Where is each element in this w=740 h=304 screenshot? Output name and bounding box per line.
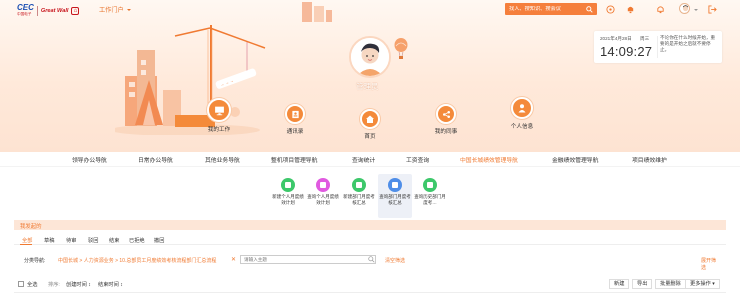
tab-draft[interactable]: 草稿: [44, 237, 54, 244]
document-search-icon: [316, 178, 330, 192]
home-icon: [360, 109, 380, 129]
menu-item-finance-performance[interactable]: 金融绩效管理导航: [552, 155, 598, 164]
document-search-icon: [388, 178, 402, 192]
current-weekday: 周三: [640, 36, 650, 41]
search-input[interactable]: [505, 6, 583, 12]
sort-created-button[interactable]: 创建时间 ↕: [66, 281, 91, 288]
nav-home-label: 首页: [364, 134, 376, 140]
nav-my-work[interactable]: 我的工作: [194, 98, 244, 133]
main-menu: 领导办公导航 日常办公导航 其他业务导航 整机项目管理导航 查询统计 工资查询 …: [0, 152, 740, 166]
close-icon[interactable]: ✕: [231, 256, 236, 263]
clear-filter-link[interactable]: 清空筛选: [385, 257, 405, 264]
list-toolbar: 全选 排序: 创建时间 ↕ 结束时间 ↕ 新建 导出 批量删除 更多操作 ▾: [14, 279, 726, 290]
profile-avatar[interactable]: [349, 36, 391, 78]
sort-updated-button[interactable]: 结束时间 ↕: [98, 281, 123, 288]
nav-home[interactable]: 首页: [345, 109, 395, 140]
tile-label: 查询个人月度绩效计划: [307, 194, 339, 205]
portal-dropdown[interactable]: 工作门户: [99, 5, 131, 14]
nav-personal-info-label: 个人信息: [510, 124, 534, 130]
panel-title: 我发起的: [20, 224, 42, 230]
subject-search-input[interactable]: [240, 255, 376, 264]
panel-header: 我发起的: [14, 220, 726, 230]
search-icon[interactable]: [583, 3, 595, 15]
nav-my-work-label: 我的工作: [207, 127, 231, 133]
greatwall-mark-icon: ⌂: [71, 7, 80, 15]
logout-icon[interactable]: [708, 5, 717, 14]
share-icon: [436, 104, 456, 124]
tile-label: 新建部门月度考核汇总: [343, 194, 375, 205]
tile-new-personal-plan[interactable]: 新建个人月度绩效计划: [271, 174, 305, 218]
sort-label: 排序:: [48, 282, 60, 288]
user-menu-chevron-icon[interactable]: [694, 9, 698, 11]
document-add-icon: [281, 178, 295, 192]
active-tab-indicator: [20, 244, 32, 245]
nav-colleagues-label: 我的同事: [434, 129, 458, 135]
menu-item-project-performance[interactable]: 项目绩效维护: [632, 155, 667, 164]
filter-category-path[interactable]: 中国长城 > 人力资源业务 > 10.总部员工月度绩效考核流程部门汇总流程: [58, 257, 216, 264]
menu-item-query-stats[interactable]: 查询统计: [352, 155, 375, 164]
tile-query-dept-summary[interactable]: 查询部门月度考核汇总: [378, 174, 412, 218]
search-icon[interactable]: [368, 256, 375, 263]
expand-filter-link[interactable]: 展开筛选: [701, 257, 720, 271]
datetime-card: 2021年4月28日 周三 14:09:27 不论你在什么时候开始，重要的是开始…: [594, 31, 722, 63]
greatwall-logo-text: Great Wall: [40, 8, 69, 14]
tile-new-dept-summary[interactable]: 新建部门月度考核汇总: [342, 174, 376, 218]
tab-withdrawn[interactable]: 撤回: [154, 237, 164, 244]
current-date: 2021年4月28日: [600, 36, 632, 41]
menu-item-other-business[interactable]: 其他业务导航: [205, 155, 240, 164]
export-button[interactable]: 导出: [632, 279, 653, 289]
balloon-icon: [394, 38, 408, 59]
current-time: 14:09:27: [600, 44, 653, 59]
portal-label: 工作门户: [99, 7, 124, 14]
bell-icon[interactable]: [626, 5, 635, 14]
header-banner: → → → CEC 中国电子 Great Wall ⌂ 工作门户 找人、搜知识、…: [0, 0, 740, 152]
nav-personal-info[interactable]: 个人信息: [497, 97, 547, 130]
filter-bar: 分类导航: 中国长城 > 人力资源业务 > 10.总部员工月度绩效考核流程部门汇…: [20, 255, 720, 271]
filter-label: 分类导航:: [24, 258, 46, 264]
tab-pending[interactable]: 待审: [66, 237, 76, 244]
menu-divider: [0, 166, 740, 167]
tab-all[interactable]: 全部: [22, 237, 32, 244]
status-tabs: 全部 草稿 待审 驳回 结束 已拒绝 撤回: [14, 235, 726, 245]
menu-item-leader-office[interactable]: 领导办公导航: [72, 155, 107, 164]
person-icon: [511, 97, 533, 119]
menu-item-project-mgmt[interactable]: 整机项目管理导航: [271, 155, 317, 164]
apps-icon[interactable]: [606, 5, 615, 14]
user-name: 管理员: [356, 82, 379, 91]
list-divider: [14, 292, 726, 293]
tile-label: 查询历史部门月度考…: [414, 194, 446, 205]
user-avatar[interactable]: [679, 3, 690, 14]
monitor-icon: [207, 98, 231, 122]
document-add-icon: [352, 178, 366, 192]
select-all-label: 全选: [27, 282, 38, 288]
tile-query-history-dept[interactable]: 查询历史部门月度考…: [413, 174, 447, 218]
nav-contacts[interactable]: 通讯录: [270, 104, 320, 135]
contacts-icon: [285, 104, 305, 124]
company-logo[interactable]: CEC 中国电子 Great Wall ⌂: [17, 3, 80, 18]
document-history-icon: [423, 178, 437, 192]
new-button[interactable]: 新建: [609, 279, 630, 289]
logo-divider: [36, 6, 38, 16]
daily-quote: 不论你在什么时候开始，重要的是开始之后就不要停止。: [660, 35, 716, 53]
global-search: [505, 3, 597, 15]
nav-colleagues[interactable]: 我的同事: [421, 104, 471, 135]
menu-item-salary-query[interactable]: 工资查询: [406, 155, 429, 164]
tab-rejected[interactable]: 驳回: [88, 237, 98, 244]
tile-label: 新建个人月度绩效计划: [272, 194, 304, 205]
batch-delete-button[interactable]: 批量删除: [655, 279, 686, 289]
tab-finished[interactable]: 结束: [109, 237, 119, 244]
more-actions-button[interactable]: 更多操作 ▾: [685, 279, 720, 289]
select-all-checkbox[interactable]: [18, 281, 24, 287]
top-bar: CEC 中国电子 Great Wall ⌂ 工作门户: [0, 0, 740, 20]
tab-denied[interactable]: 已拒绝: [129, 237, 145, 244]
notification-icon[interactable]: [656, 5, 665, 14]
menu-item-daily-office[interactable]: 日常办公导航: [138, 155, 173, 164]
tile-query-personal-plan[interactable]: 查询个人月度绩效计划: [306, 174, 340, 218]
nav-contacts-label: 通讯录: [286, 129, 304, 135]
clock-divider: [657, 36, 658, 58]
menu-item-gw-performance[interactable]: 中国长城绩效管理导航: [460, 155, 518, 164]
chevron-down-icon: [126, 8, 131, 11]
tile-label: 查询部门月度考核汇总: [379, 194, 411, 205]
cec-logo: CEC 中国电子: [17, 3, 34, 17]
